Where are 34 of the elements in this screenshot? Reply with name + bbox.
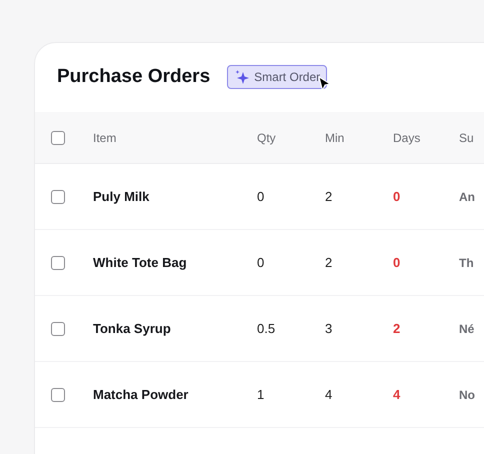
table-cell-text: 0: [393, 188, 402, 206]
checkbox[interactable]: [51, 130, 65, 144]
table-cell-text: 0: [257, 254, 266, 272]
table-cell-text: Th: [459, 254, 475, 272]
table-cell-text: Puly Milk: [93, 188, 150, 206]
page-title: Purchase Orders: [57, 64, 210, 89]
checkbox[interactable]: [51, 322, 65, 336]
smart-order-button[interactable]: Smart Order: [227, 65, 328, 89]
table-cell-text: 0: [393, 254, 402, 272]
column-header: Item: [93, 130, 118, 146]
table-cell-text: White Tote Bag: [93, 254, 188, 272]
table-cell-text: 2: [325, 188, 334, 206]
column-header: Qty: [257, 130, 277, 146]
column-header: Min: [325, 130, 346, 146]
sparkle-icon: [234, 69, 250, 85]
cursor-icon: [318, 76, 331, 92]
checkbox[interactable]: [51, 256, 65, 270]
table-cell-text: 1: [257, 386, 266, 404]
table-cell-text: 4: [325, 386, 334, 404]
table-cell-text: No: [459, 386, 476, 404]
table-cell-text: 0.5: [257, 320, 276, 338]
table-cell-text: An: [459, 188, 476, 206]
table-cell-text: Tonka Syrup: [93, 320, 172, 338]
table-cell-text: Matcha Powder: [93, 386, 190, 404]
column-header: Su: [459, 130, 475, 146]
table-cell-text: 3: [325, 320, 334, 338]
table-cell-text: Né: [459, 320, 476, 338]
checkbox[interactable]: [51, 388, 65, 402]
table-cell-text: 2: [325, 254, 334, 272]
table-cell-text: 0: [257, 188, 266, 206]
checkbox[interactable]: [51, 190, 65, 204]
column-header: Days: [393, 130, 422, 146]
table-cell-text: 2: [393, 320, 402, 338]
table-cell-text: 4: [393, 386, 402, 404]
